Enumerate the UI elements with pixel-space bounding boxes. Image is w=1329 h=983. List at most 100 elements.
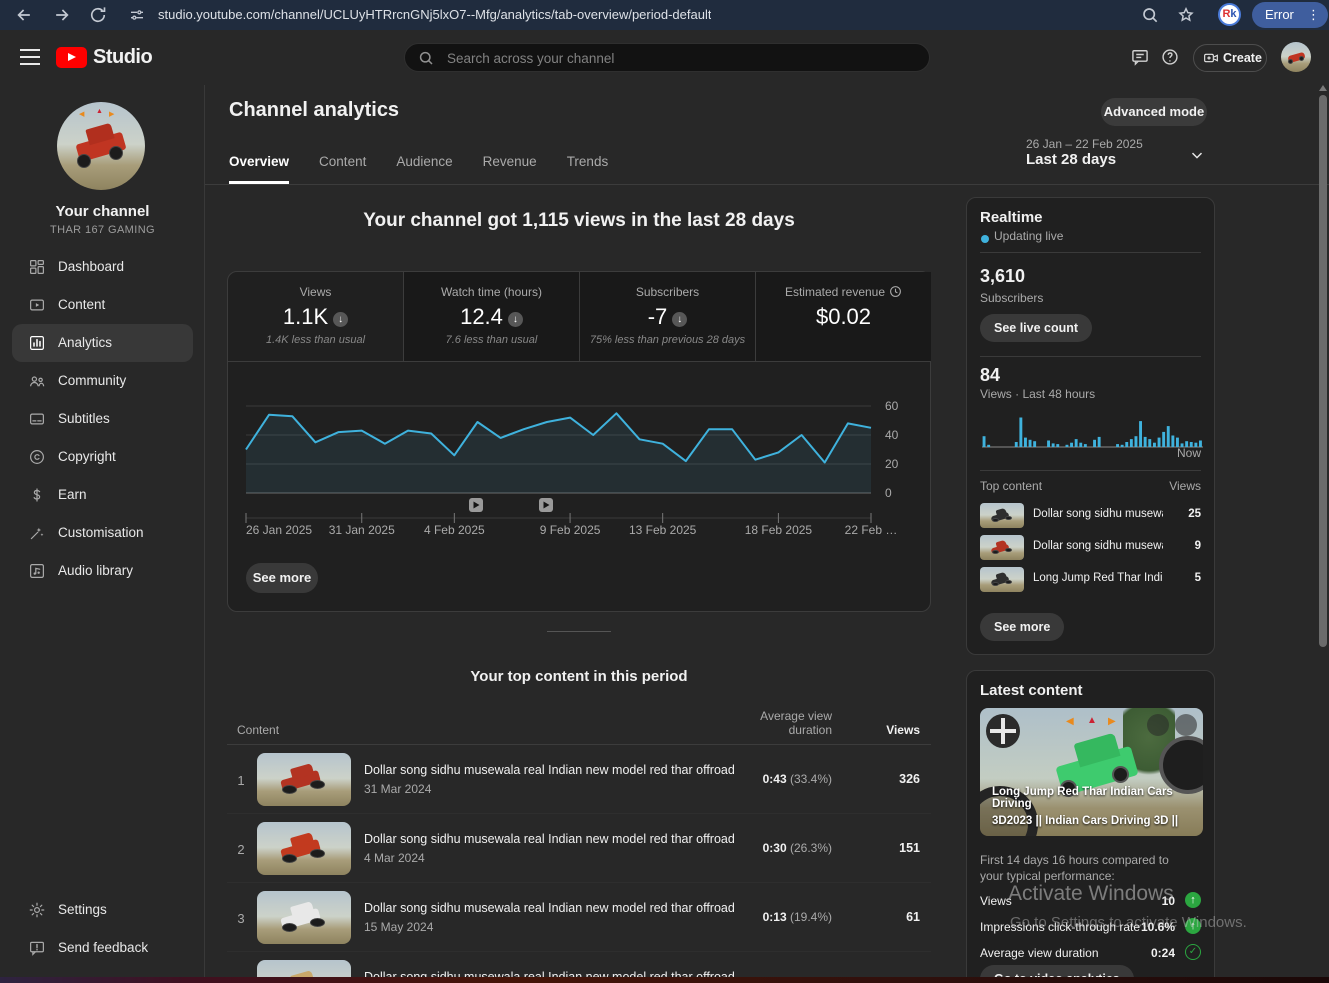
tab-trends[interactable]: Trends bbox=[567, 147, 609, 184]
scrollbar-up-arrow[interactable] bbox=[1319, 85, 1327, 91]
search-bar[interactable] bbox=[404, 43, 930, 72]
realtime-top-video-row[interactable]: Dollar song sidhu musewala…25 bbox=[980, 500, 1201, 531]
now-label: Now bbox=[999, 446, 1201, 460]
browser-profile-avatar[interactable]: Rk bbox=[1218, 3, 1241, 26]
video-thumbnail-art bbox=[257, 753, 351, 806]
video-views: 25 bbox=[1166, 508, 1201, 520]
scrollbar-thumb[interactable] bbox=[1319, 95, 1327, 647]
see-more-button[interactable]: See more bbox=[246, 563, 318, 593]
search-input[interactable] bbox=[445, 45, 909, 72]
video-thumbnail-art bbox=[980, 567, 1024, 592]
video-title[interactable]: Dollar song sidhu musewala real Indian n… bbox=[364, 832, 734, 846]
metric-card-watch-time-hours-[interactable]: Watch time (hours)12.4↓7.6 less than usu… bbox=[404, 272, 580, 362]
trend-down-icon: ↓ bbox=[672, 312, 687, 327]
video-date: 4 Mar 2024 bbox=[364, 851, 425, 865]
browser-error-button[interactable]: Error⋮ bbox=[1252, 2, 1328, 28]
your-channel-label: Your channel bbox=[0, 203, 205, 220]
page-scrollbar[interactable] bbox=[1317, 85, 1329, 983]
sidebar-item-customisation[interactable]: Customisation bbox=[12, 514, 193, 552]
table-row[interactable]: 3Dollar song sidhu musewala real Indian … bbox=[227, 883, 931, 952]
address-bar[interactable]: studio.youtube.com/channel/UCLUyHTRrcnGN… bbox=[158, 0, 711, 30]
average-view-duration: 0:13 (19.4%) bbox=[690, 910, 832, 924]
realtime-top-video-row[interactable]: Dollar song sidhu musewala r…9 bbox=[980, 532, 1201, 563]
sidebar-item-label: Audio library bbox=[58, 552, 133, 590]
bookmark-star-icon[interactable] bbox=[1176, 5, 1196, 25]
trend-down-icon: ↓ bbox=[333, 312, 348, 327]
sidebar-item-content[interactable]: Content bbox=[12, 286, 193, 324]
avatar-image bbox=[1281, 42, 1311, 72]
advanced-mode-button[interactable]: Advanced mode bbox=[1101, 98, 1207, 126]
back-icon[interactable] bbox=[14, 5, 34, 25]
metric-value: 1.1K↓ bbox=[228, 304, 403, 330]
sidebar-item-dashboard[interactable]: Dashboard bbox=[12, 248, 193, 286]
sidebar-item-subtitles[interactable]: Subtitles bbox=[12, 400, 193, 438]
tab-audience[interactable]: Audience bbox=[396, 147, 452, 184]
metric-card-views[interactable]: Views1.1K↓1.4K less than usual bbox=[228, 272, 404, 362]
sidebar-item-send-feedback[interactable]: Send feedback bbox=[12, 929, 193, 967]
sidebar-item-label: Customisation bbox=[58, 514, 144, 552]
average-view-duration: 0:30 (26.3%) bbox=[690, 841, 832, 855]
svg-text:18 Feb 2025: 18 Feb 2025 bbox=[745, 523, 813, 537]
video-views: 151 bbox=[850, 841, 920, 855]
browser-chrome: studio.youtube.com/channel/UCLUyHTRrcnGN… bbox=[0, 0, 1329, 30]
video-title[interactable]: Dollar song sidhu musewala real Indian n… bbox=[364, 901, 734, 915]
reload-icon[interactable] bbox=[88, 5, 108, 25]
sidebar-item-earn[interactable]: Earn bbox=[12, 476, 193, 514]
channel-avatar-large[interactable]: ◀▶ ▲ bbox=[57, 102, 145, 190]
browser-menu-icon[interactable]: ⋮ bbox=[1307, 2, 1320, 28]
latest-stat-row: Views10↑ bbox=[980, 890, 1203, 914]
realtime-top-video-row[interactable]: Long Jump Red Thar Indian C…5 bbox=[980, 564, 1201, 595]
metric-label: Watch time (hours) bbox=[404, 285, 579, 299]
tab-overview[interactable]: Overview bbox=[229, 147, 289, 184]
table-row[interactable]: 1Dollar song sidhu musewala real Indian … bbox=[227, 745, 931, 814]
realtime-subscribers-label: Subscribers bbox=[980, 291, 1043, 305]
video-thumbnail-art bbox=[257, 822, 351, 875]
metric-delta: 1.4K less than usual bbox=[228, 334, 403, 346]
sidebar-item-settings[interactable]: Settings bbox=[12, 891, 193, 929]
video-views: 326 bbox=[850, 772, 920, 786]
svg-text:60: 60 bbox=[885, 399, 899, 413]
sidebar-item-audio-library[interactable]: Audio library bbox=[12, 552, 193, 590]
channel-avatar[interactable] bbox=[1281, 42, 1311, 72]
sidebar-item-community[interactable]: Community bbox=[12, 362, 193, 400]
see-live-count-button[interactable]: See live count bbox=[980, 314, 1092, 342]
menu-icon[interactable] bbox=[20, 49, 40, 65]
video-title[interactable]: Dollar song sidhu musewala real Indian n… bbox=[364, 763, 734, 777]
sidebar-item-analytics[interactable]: Analytics bbox=[12, 324, 193, 362]
metric-card-estimated-revenue[interactable]: Estimated revenue$0.02 bbox=[756, 272, 931, 362]
table-header: Content Average view duration Views bbox=[227, 703, 931, 745]
create-button[interactable]: Create bbox=[1193, 44, 1267, 72]
video-thumbnail[interactable] bbox=[257, 891, 351, 944]
video-thumbnail[interactable] bbox=[257, 753, 351, 806]
feedback-icon[interactable] bbox=[1130, 47, 1150, 67]
tab-revenue[interactable]: Revenue bbox=[483, 147, 537, 184]
video-thumbnail bbox=[980, 535, 1024, 560]
sidebar-item-copyright[interactable]: Copyright bbox=[12, 438, 193, 476]
table-row[interactable]: 2Dollar song sidhu musewala real Indian … bbox=[227, 814, 931, 883]
settings-icon bbox=[28, 901, 46, 919]
latest-video-thumbnail[interactable]: ◀ ▶ ▲ Long Jump Red Thar Indian Cars Dri… bbox=[980, 708, 1203, 836]
metric-label: Subscribers bbox=[580, 285, 755, 299]
tab-content[interactable]: Content bbox=[319, 147, 366, 184]
latest-content-note: First 14 days 16 hours compared to your … bbox=[980, 852, 1190, 884]
video-published-marker[interactable] bbox=[539, 498, 553, 512]
top-content-heading: Your top content in this period bbox=[227, 668, 931, 685]
site-settings-icon[interactable] bbox=[129, 7, 145, 23]
video-published-marker[interactable] bbox=[469, 498, 483, 512]
sidebar-item-label: Analytics bbox=[58, 324, 112, 362]
realtime-see-more-button[interactable]: See more bbox=[980, 613, 1064, 641]
metric-card-subscribers[interactable]: Subscribers-7↓75% less than previous 28 … bbox=[580, 272, 756, 362]
stat-value: 10.6% bbox=[1141, 920, 1175, 934]
stat-label: Views bbox=[980, 894, 1012, 908]
help-icon[interactable] bbox=[1160, 47, 1180, 67]
forward-icon[interactable] bbox=[52, 5, 72, 25]
sidebar-item-label: Earn bbox=[58, 476, 87, 514]
zoom-icon[interactable] bbox=[1140, 5, 1160, 25]
youtube-studio-analytics-screen: studio.youtube.com/channel/UCLUyHTRrcnGN… bbox=[0, 0, 1329, 983]
video-title: Dollar song sidhu musewala… bbox=[1033, 508, 1163, 520]
check-circle-icon: ✓ bbox=[1185, 944, 1201, 960]
svg-text:0: 0 bbox=[885, 486, 892, 500]
realtime-title: Realtime bbox=[980, 209, 1043, 226]
video-thumbnail[interactable] bbox=[257, 822, 351, 875]
copyright-icon bbox=[28, 448, 46, 466]
